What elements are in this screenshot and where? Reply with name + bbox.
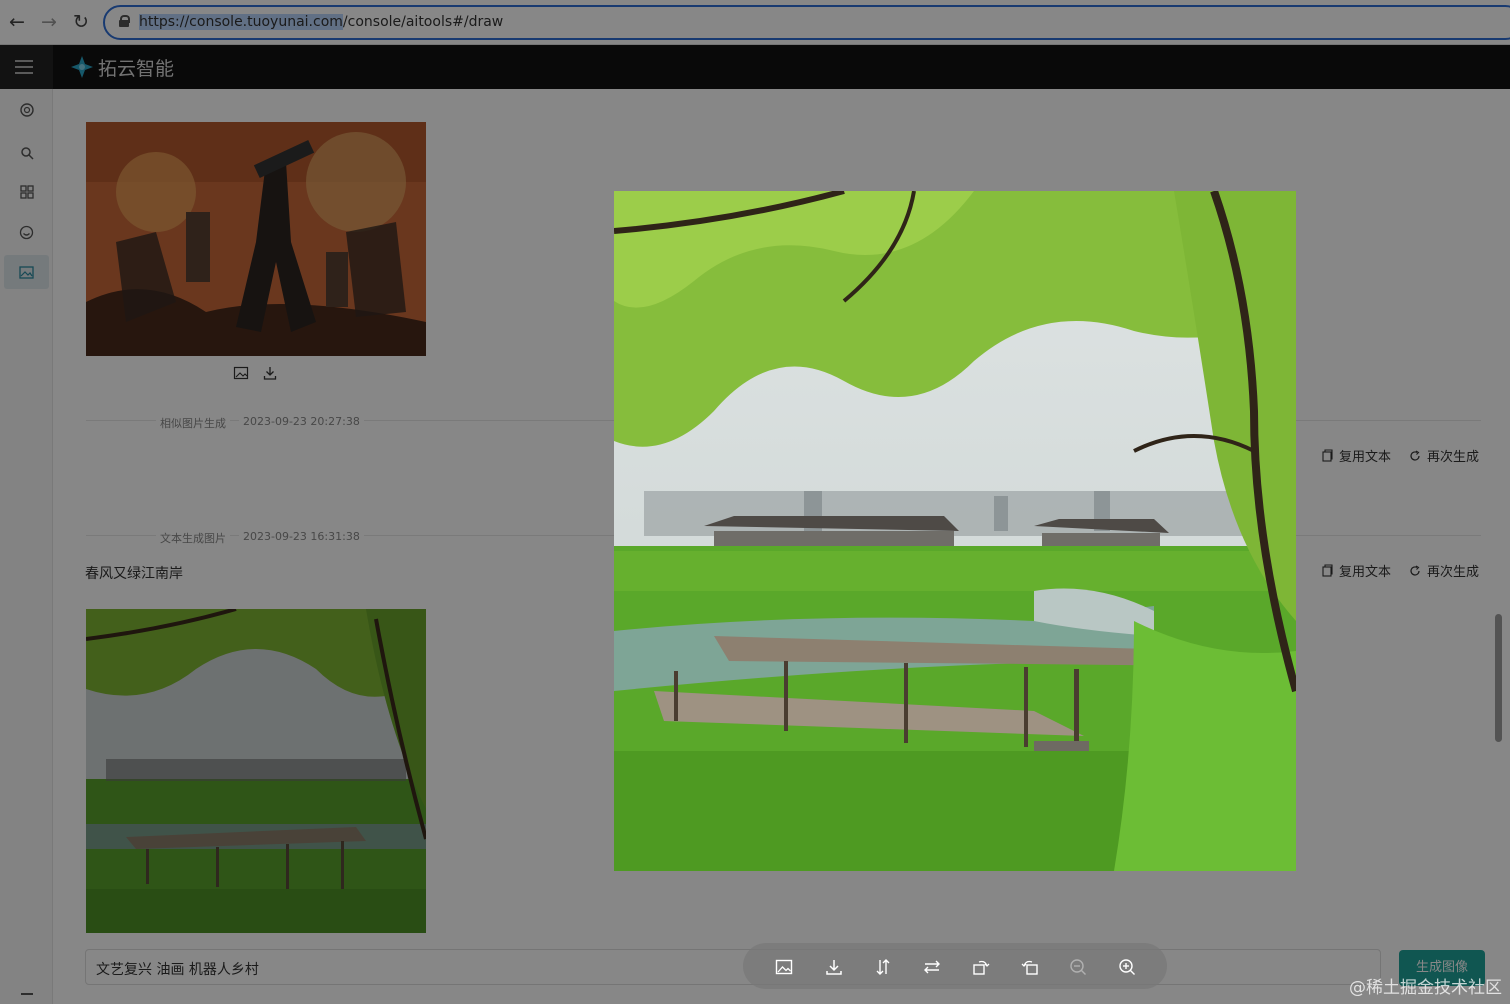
preview-toolbar — [743, 943, 1167, 989]
flip-vertical-icon[interactable] — [874, 958, 892, 976]
preview-image[interactable] — [614, 191, 1296, 871]
watermark: @稀土掘金技术社区 — [1349, 978, 1502, 998]
scrollbar[interactable] — [1495, 614, 1502, 742]
rotate-left-icon[interactable] — [972, 958, 990, 976]
rotate-right-icon[interactable] — [1021, 958, 1039, 976]
image-icon[interactable] — [775, 958, 793, 976]
flip-horizontal-icon[interactable] — [923, 958, 941, 976]
zoom-out-icon[interactable] — [1069, 958, 1087, 976]
download-icon[interactable] — [825, 958, 843, 976]
zoom-in-icon[interactable] — [1118, 958, 1136, 976]
